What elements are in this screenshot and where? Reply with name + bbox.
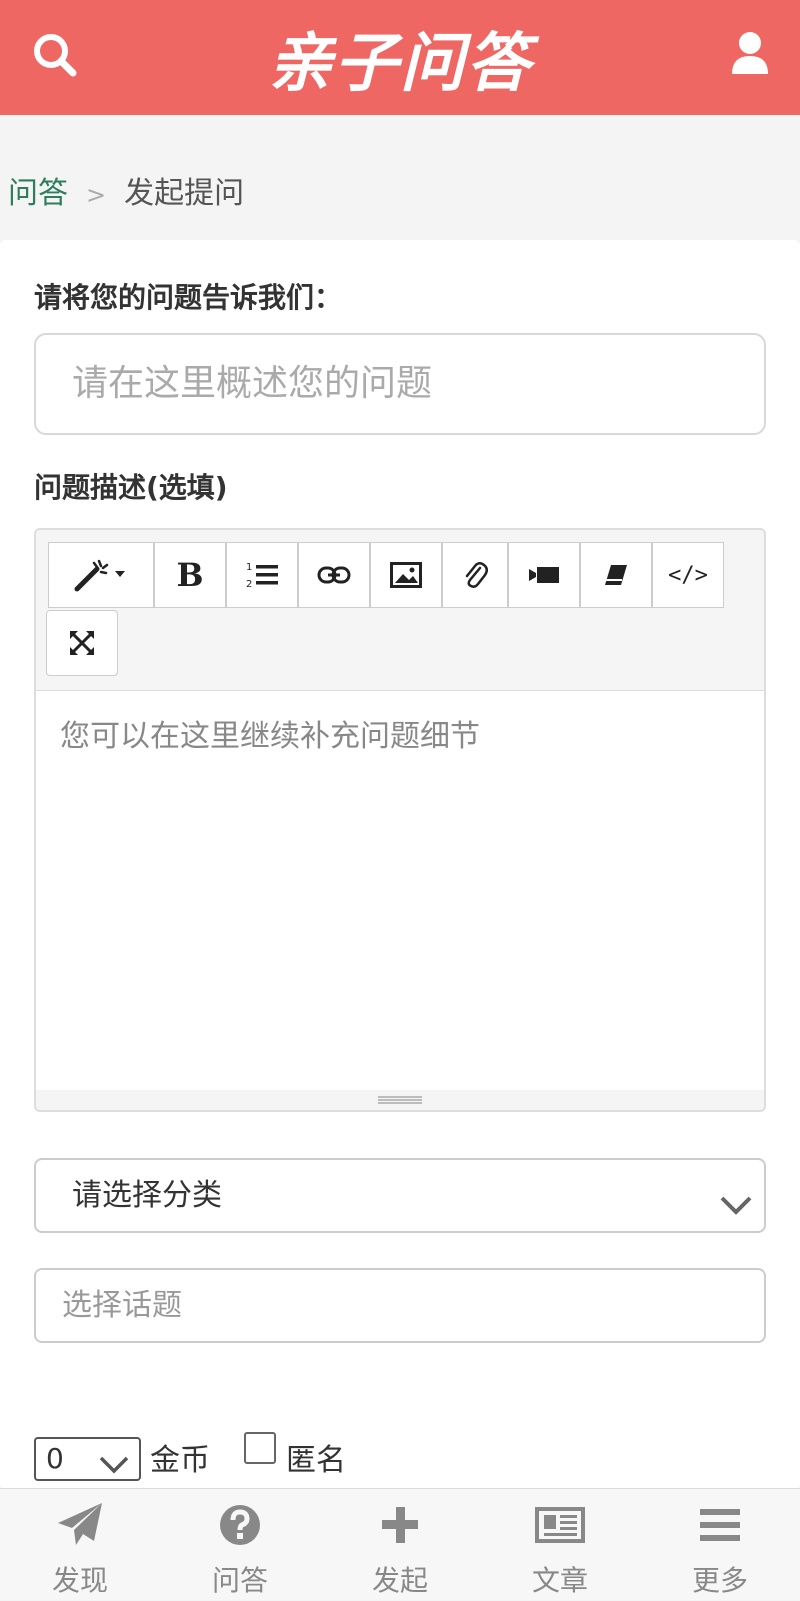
nav-item-label: 发现 [51, 1564, 108, 1597]
nav-item-create[interactable]: 发起 [320, 1489, 480, 1601]
user-icon[interactable] [730, 30, 770, 80]
code-icon[interactable]: </> [652, 542, 724, 608]
nav-item-more[interactable]: 更多 [640, 1489, 800, 1601]
app-logo[interactable]: 亲子问答 [0, 12, 800, 104]
newspaper-icon [534, 1501, 586, 1549]
bottom-nav: 发现 问答 发起 文章 更多 [0, 1488, 800, 1600]
bold-icon[interactable]: B [154, 542, 226, 608]
eraser-icon[interactable] [580, 542, 652, 608]
nav-item-label: 更多 [691, 1564, 748, 1597]
question-circle-icon [214, 1501, 266, 1549]
nav-item-label: 文章 [531, 1564, 588, 1597]
description-editor-area[interactable]: 您可以在这里继续补充问题细节 [36, 690, 764, 1090]
paper-plane-icon [54, 1501, 106, 1549]
description-label: 问题描述(选填) [34, 471, 228, 504]
breadcrumb: 问答 > 发起提问 [8, 174, 244, 215]
question-label: 请将您的问题告诉我们： [34, 281, 343, 314]
breadcrumb-current: 发起提问 [124, 176, 245, 211]
nav-item-label: 发起 [371, 1564, 428, 1597]
svg-text:2: 2 [246, 579, 252, 590]
video-icon[interactable] [508, 542, 580, 608]
category-select[interactable]: 请选择分类 [34, 1158, 766, 1233]
breadcrumb-home-link[interactable]: 问答 [8, 176, 68, 211]
chevron-down-icon [99, 1447, 129, 1487]
nav-item-qa[interactable]: 问答 [160, 1489, 320, 1601]
category-select-value: 请选择分类 [72, 1178, 222, 1213]
plus-icon [374, 1501, 426, 1549]
anonymous-label: 匿名 [286, 1443, 346, 1478]
nav-item-discover[interactable]: 发现 [0, 1489, 160, 1601]
topic-input[interactable]: 选择话题 [34, 1268, 766, 1343]
coins-select[interactable]: 0 [34, 1437, 141, 1481]
coins-select-value: 0 [46, 1442, 64, 1475]
nav-item-label: 问答 [211, 1564, 268, 1597]
attachment-icon[interactable] [442, 542, 508, 608]
ordered-list-icon[interactable]: 1 2 [226, 542, 298, 608]
svg-text:1: 1 [246, 562, 252, 573]
anonymous-checkbox[interactable] [244, 1432, 276, 1464]
rich-text-editor: B 1 2 </> 您可以在这里继续补充问题细节 [34, 528, 766, 1112]
app-header: 亲子问答 [0, 0, 800, 115]
question-title-input[interactable]: 请在这里概述您的问题 [34, 333, 766, 435]
magic-wand-icon[interactable] [48, 542, 154, 608]
nav-item-articles[interactable]: 文章 [480, 1489, 640, 1601]
editor-resize-handle[interactable] [36, 1090, 764, 1110]
breadcrumb-separator: > [86, 181, 107, 209]
chevron-down-icon [718, 1178, 754, 1249]
editor-toolbar: B 1 2 </> [36, 530, 764, 688]
link-icon[interactable] [298, 542, 370, 608]
fullscreen-icon[interactable] [46, 610, 118, 676]
coins-label: 金币 [150, 1443, 210, 1478]
menu-icon [694, 1501, 746, 1549]
image-icon[interactable] [370, 542, 442, 608]
